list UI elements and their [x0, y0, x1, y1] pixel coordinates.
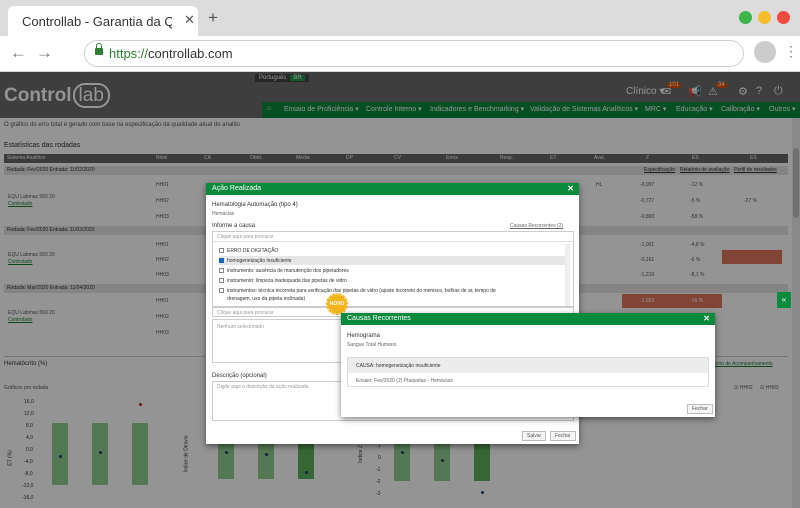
causas-recorrentes-modal: Causas Recorrentes ✕ Hemograma Sangue To… — [341, 313, 715, 417]
recurring-cause-card: CAUSA: homogeneização insuficiente Ensai… — [347, 357, 709, 387]
cause-search-input[interactable]: Clique aqui para procurar — [213, 232, 573, 242]
modal-title: Ação Realizada — [212, 185, 262, 192]
close-window-icon[interactable] — [777, 11, 790, 24]
cause-checkbox[interactable] — [219, 268, 224, 273]
cause-option-selected[interactable]: homogeneização insuficiente — [219, 256, 567, 265]
modal2-header: Causas Recorrentes ✕ — [341, 313, 715, 325]
recurring-cause-row: CAUSA: homogeneização insuficiente — [348, 358, 708, 373]
modal-subject-sub: Hemácias — [212, 211, 235, 217]
browser-tab[interactable]: Controllab - Garantia da Qualid ✕ — [8, 6, 198, 36]
cause-checkbox[interactable] — [219, 248, 224, 253]
side-expand-button[interactable]: « — [777, 292, 791, 308]
browser-addressbar: ← → https://controllab.com ☆ ⋮ — [0, 36, 800, 72]
recurring-cause-detail: Ensaio: Fev/2020 (2) Plaquetas - Hemácia… — [356, 378, 453, 384]
maximize-window-icon[interactable] — [739, 11, 752, 24]
modal-header: Ação Realizada ✕ — [206, 183, 579, 195]
recurring-causes-link[interactable]: Causas Recorrentes (2) — [510, 223, 563, 229]
cause-option[interactable]: instrumento: ausência de manutenção dos … — [219, 266, 567, 275]
modal2-close-button[interactable]: Fechar — [687, 404, 713, 414]
new-tab-button[interactable]: + — [208, 8, 218, 28]
new-badge-burst: NOVO — [326, 293, 348, 315]
url-input[interactable]: https://controllab.com ☆ — [84, 40, 744, 67]
cause-option[interactable]: instrumento: limpeza inadequada das pipe… — [219, 276, 567, 285]
browser-menu-icon[interactable]: ⋮ — [784, 43, 798, 60]
modal-close-icon[interactable]: ✕ — [567, 184, 574, 193]
cause-checkbox[interactable] — [219, 288, 224, 293]
save-button[interactable]: Salvar — [522, 431, 547, 441]
modal2-subject-sub: Sangue Total Humano — [347, 342, 397, 348]
modal2-title: Causas Recorrentes — [347, 315, 411, 322]
close-button[interactable]: Fechar — [550, 431, 576, 441]
cause-label: Informe a causa — [212, 223, 256, 229]
modal2-close-icon[interactable]: ✕ — [703, 314, 710, 323]
cause-list-scrollbar[interactable] — [565, 244, 570, 306]
tab-title: Controllab - Garantia da Qualid — [22, 14, 172, 29]
forward-arrow-icon[interactable]: → — [36, 43, 53, 63]
cause-checkbox-checked[interactable] — [219, 258, 224, 263]
url-text: https://controllab.com — [109, 46, 233, 61]
profile-avatar-icon[interactable] — [754, 41, 776, 63]
cause-option[interactable]: ERRO DE DIGITAÇÃO — [219, 246, 567, 255]
modal-subject: Hematologia Automação (tipo 4) — [212, 202, 298, 208]
tab-close-icon[interactable]: ✕ — [184, 12, 195, 28]
cause-option-continued: drenagem, uso da pipeta inclinada) — [227, 296, 306, 302]
cause-checkbox[interactable] — [219, 278, 224, 283]
browser-tabbar: Controllab - Garantia da Qualid ✕ + — [0, 0, 800, 36]
lock-icon — [95, 43, 103, 55]
minimize-window-icon[interactable] — [758, 11, 771, 24]
back-arrow-icon[interactable]: ← — [10, 43, 27, 63]
description-label: Descrição (opcional) — [212, 373, 267, 379]
cause-list-box: Clique aqui para procurar ERRO DE DIGITA… — [212, 231, 574, 307]
modal2-subject: Hemograma — [347, 333, 381, 339]
